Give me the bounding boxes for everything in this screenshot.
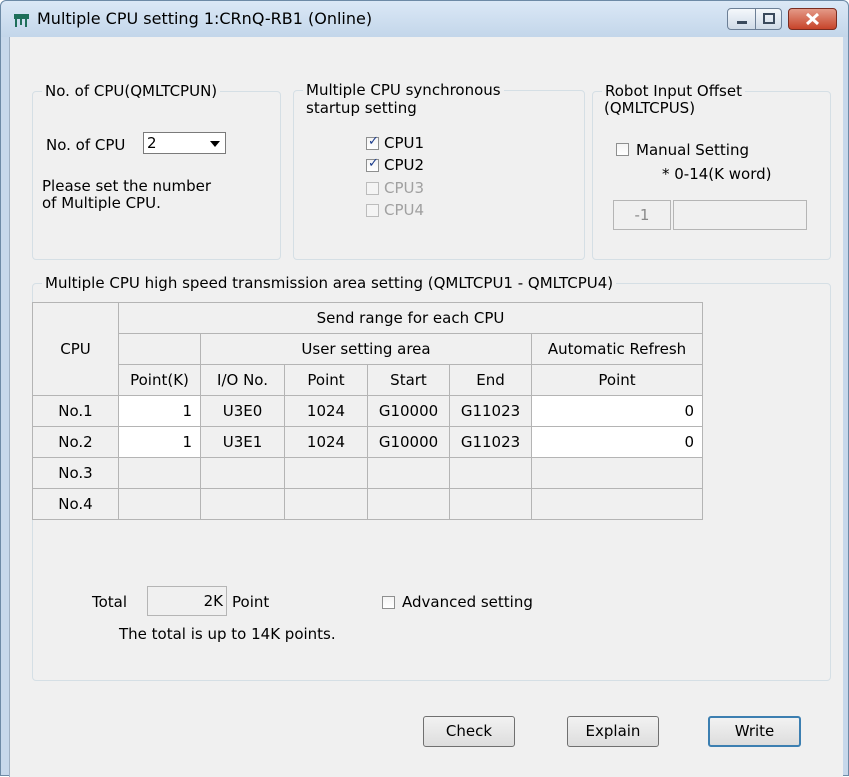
sync-startup-legend: Multiple CPU synchronous: [303, 82, 504, 99]
row-cpu: No.2: [32, 426, 119, 458]
header-send-range: Send range for each CPU: [118, 302, 703, 334]
offset-value-field: [673, 200, 807, 230]
robot-legend-line1: Robot Input Offset: [605, 82, 742, 100]
close-button[interactable]: [788, 8, 837, 30]
header-point: Point: [284, 364, 368, 396]
cpu3-sync-label: CPU3: [384, 179, 425, 197]
row-cpu: No.4: [32, 488, 119, 520]
minimize-button[interactable]: [727, 8, 756, 30]
explain-button[interactable]: Explain: [567, 716, 659, 747]
range-note: * 0-14(K word): [662, 165, 772, 183]
app-icon: [14, 14, 29, 27]
cpu2-sync-checkbox[interactable]: ✓: [366, 156, 379, 172]
manual-setting-label: Manual Setting: [636, 141, 749, 159]
cpu4-sync-label: CPU4: [384, 201, 425, 219]
chevron-down-icon: [210, 141, 220, 147]
header-start: Start: [367, 364, 450, 396]
num-cpu-hint-2: of Multiple CPU.: [42, 194, 161, 212]
point-cell: 1024: [284, 395, 368, 427]
title-bar[interactable]: Multiple CPU setting 1:CRnQ-RB1 (Online): [1, 1, 848, 37]
robot-legend-line2: (QMLTCPUS): [604, 99, 696, 117]
window-title: Multiple CPU setting 1:CRnQ-RB1 (Online): [37, 9, 373, 28]
header-user-area: User setting area: [200, 333, 532, 365]
header-blank: [118, 333, 201, 365]
table-row: No.1 1 U3E0 1024 G10000 G11023 0: [32, 395, 703, 427]
io-cell: U3E1: [200, 426, 285, 458]
point-cell: [284, 457, 368, 489]
cpu3-sync-checkbox: [366, 182, 379, 195]
row-cpu: No.1: [32, 395, 119, 427]
total-label: Total: [92, 593, 128, 611]
io-cell: [200, 457, 285, 489]
minimize-icon: [737, 21, 747, 24]
num-cpu-value: 2: [147, 134, 157, 152]
num-cpu-select[interactable]: 2: [143, 132, 226, 154]
num-cpu-label: No. of CPU: [46, 136, 126, 154]
point-cell: 1024: [284, 426, 368, 458]
sync-legend-line1: Multiple CPU synchronous: [306, 81, 501, 99]
ar-point-cell: [531, 457, 703, 489]
manual-setting-checkbox[interactable]: [616, 143, 629, 156]
header-ar-point: Point: [531, 364, 703, 396]
end-cell: [449, 457, 532, 489]
dialog-window: Multiple CPU setting 1:CRnQ-RB1 (Online)…: [0, 0, 849, 777]
point-k-cell: [118, 488, 201, 520]
table-row: No.2 1 U3E1 1024 G10000 G11023 0: [32, 426, 703, 458]
end-cell: G11023: [449, 426, 532, 458]
ar-point-cell[interactable]: 0: [531, 426, 703, 458]
num-cpu-hint-1: Please set the number: [42, 177, 212, 195]
transmission-legend: Multiple CPU high speed transmission are…: [45, 274, 614, 292]
close-icon: [805, 12, 820, 26]
robot-offset-legend: Robot Input Offset: [602, 82, 745, 100]
point-k-cell: [118, 457, 201, 489]
cpu1-sync-label: CPU1: [384, 134, 425, 152]
ar-point-cell[interactable]: 0: [531, 395, 703, 427]
total-note: The total is up to 14K points.: [119, 625, 336, 643]
total-unit: Point: [232, 593, 270, 611]
total-field: 2K: [147, 586, 227, 616]
maximize-button[interactable]: [755, 8, 782, 30]
sync-legend-line2: startup setting: [306, 99, 417, 117]
end-cell: [449, 488, 532, 520]
check-icon: ✓: [368, 134, 379, 149]
header-cpu: CPU: [32, 302, 119, 396]
end-cell: G11023: [449, 395, 532, 427]
point-k-cell[interactable]: 1: [118, 395, 201, 427]
start-cell: [367, 457, 450, 489]
point-cell: [284, 488, 368, 520]
io-cell: [200, 488, 285, 520]
check-icon: ✓: [368, 156, 379, 171]
cpu4-sync-checkbox: [366, 204, 379, 217]
header-end: End: [449, 364, 532, 396]
cpu1-sync-checkbox[interactable]: ✓: [366, 134, 379, 150]
dialog-body: No. of CPU(QMLTCPUN) No. of CPU 2 Please…: [9, 37, 843, 777]
start-cell: G10000: [367, 395, 450, 427]
num-cpu-group: No. of CPU(QMLTCPUN): [32, 82, 281, 260]
table-row: No.4: [32, 488, 703, 520]
advanced-setting-label: Advanced setting: [402, 593, 533, 611]
start-cell: [367, 488, 450, 520]
header-auto-refresh: Automatic Refresh: [531, 333, 703, 365]
header-point-k: Point(K): [118, 364, 201, 396]
cpu2-sync-label: CPU2: [384, 156, 425, 174]
table-row: No.3: [32, 457, 703, 489]
transmission-table: CPU Send range for each CPU User setting…: [32, 302, 703, 520]
io-cell: U3E0: [200, 395, 285, 427]
header-io-no: I/O No.: [200, 364, 285, 396]
write-button[interactable]: Write: [708, 716, 801, 747]
row-cpu: No.3: [32, 457, 119, 489]
advanced-setting-checkbox[interactable]: [382, 596, 395, 609]
ar-point-cell: [531, 488, 703, 520]
num-cpu-legend: No. of CPU(QMLTCPUN): [45, 82, 218, 100]
offset-readonly-field: -1: [613, 200, 671, 230]
point-k-cell[interactable]: 1: [118, 426, 201, 458]
maximize-icon: [763, 13, 775, 24]
start-cell: G10000: [367, 426, 450, 458]
check-button[interactable]: Check: [423, 716, 515, 747]
